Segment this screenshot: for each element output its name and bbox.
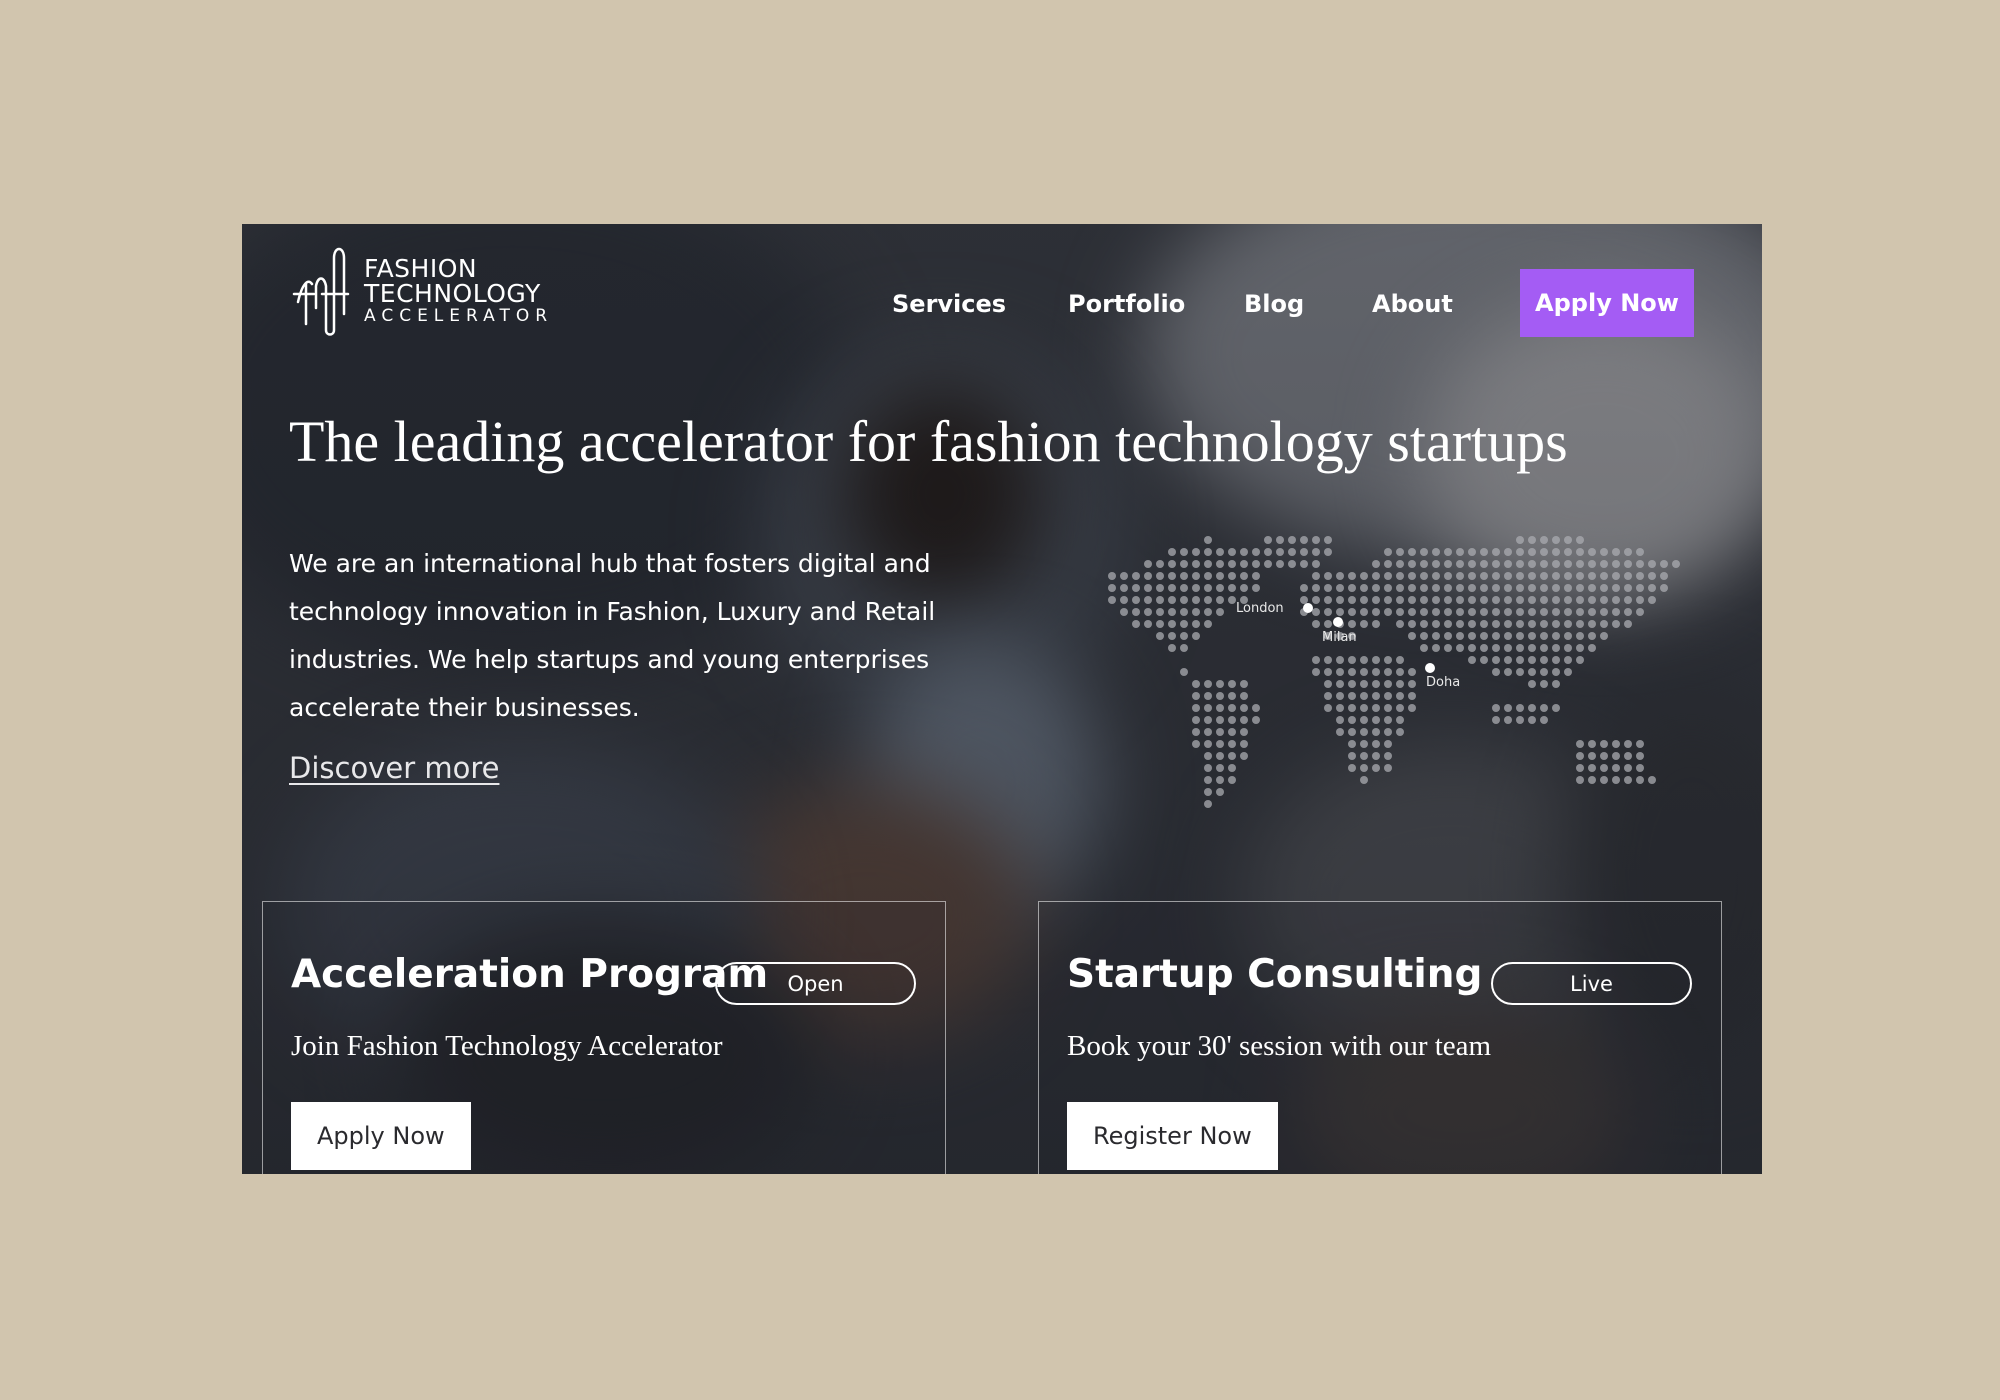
logo-line-technology: TECHNOLOGY	[364, 278, 541, 308]
london-label: London	[1236, 601, 1284, 616]
site-logo[interactable]: FASHION TECHNOLOGY ACCELERATOR	[292, 244, 553, 336]
website-frame: FASHION TECHNOLOGY ACCELERATOR Services …	[242, 224, 1762, 1174]
status-badge: Live	[1491, 962, 1692, 1005]
world-map-dots: London Milan Doha	[1108, 536, 1680, 808]
nav-link-portfolio[interactable]: Portfolio	[1068, 290, 1185, 318]
card-title: Acceleration Program	[291, 952, 769, 997]
apply-now-button[interactable]: Apply Now	[291, 1102, 471, 1170]
logo-wordmark: FASHION TECHNOLOGY ACCELERATOR	[364, 256, 553, 325]
doha-marker-icon	[1425, 663, 1435, 673]
card-subtitle: Join Fashion Technology Accelerator	[291, 1030, 723, 1062]
card-title: Startup Consulting	[1067, 952, 1483, 997]
nav-link-services[interactable]: Services	[892, 290, 1006, 318]
hero-headline: The leading accelerator for fashion tech…	[289, 409, 1568, 474]
milan-label: Milan	[1322, 630, 1357, 645]
hero-intro-text: We are an international hub that fosters…	[289, 549, 936, 722]
logo-mark-icon	[292, 247, 350, 336]
nav-link-blog[interactable]: Blog	[1244, 290, 1304, 318]
register-now-button[interactable]: Register Now	[1067, 1102, 1278, 1170]
startup-consulting-card: Startup Consulting Live Book your 30' se…	[1038, 901, 1722, 1174]
apply-now-nav-button[interactable]: Apply Now	[1520, 269, 1694, 337]
discover-more-link[interactable]: Discover more	[289, 751, 499, 785]
milan-marker-icon	[1333, 617, 1343, 627]
london-marker-icon	[1303, 603, 1313, 613]
logo-line-accelerator: ACCELERATOR	[364, 305, 554, 326]
logo-line-fashion: FASHION	[364, 253, 478, 283]
acceleration-program-card: Acceleration Program Open Join Fashion T…	[262, 901, 946, 1174]
card-subtitle: Book your 30' session with our team	[1067, 1030, 1492, 1062]
status-badge: Open	[715, 962, 916, 1005]
nav-link-about[interactable]: About	[1372, 290, 1453, 318]
doha-label: Doha	[1426, 675, 1460, 690]
